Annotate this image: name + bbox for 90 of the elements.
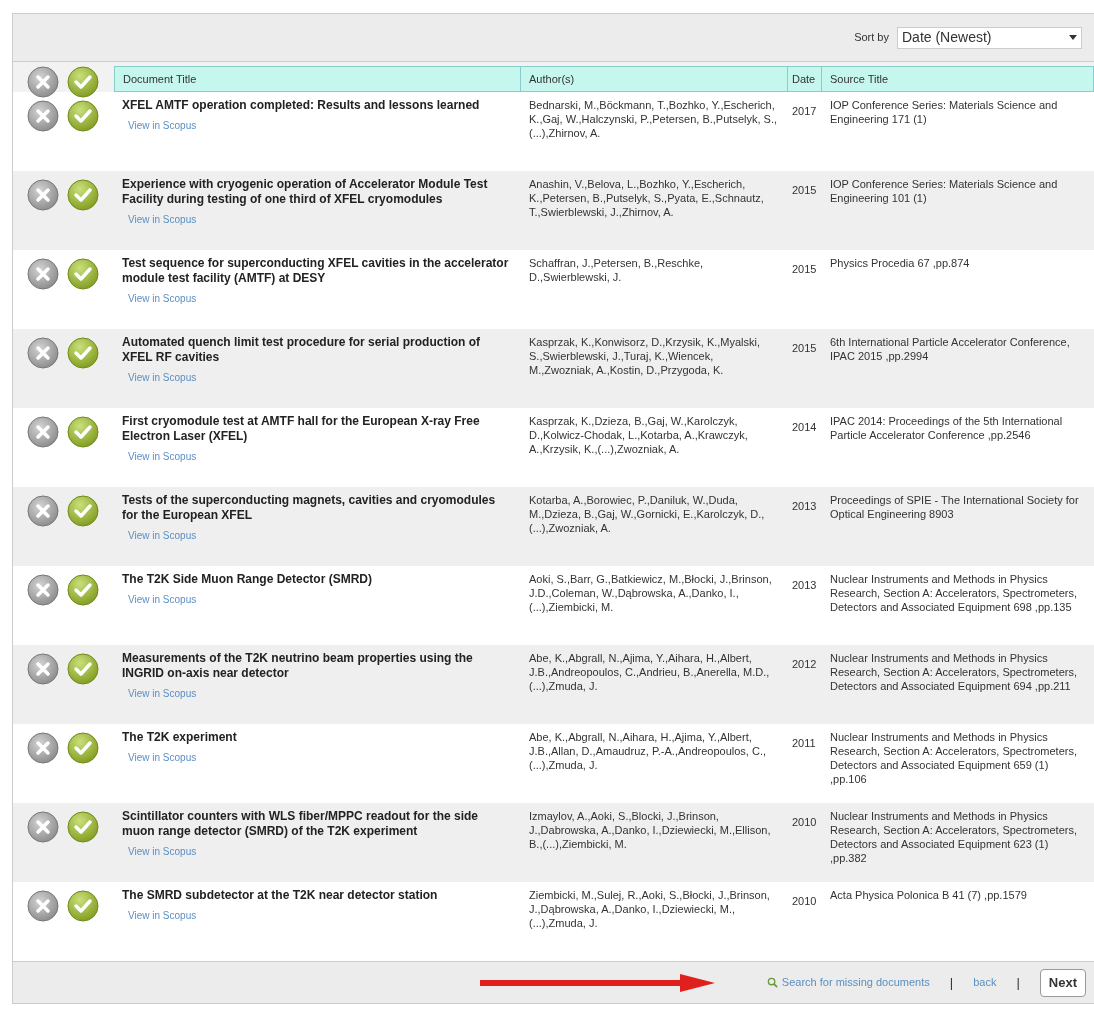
next-button[interactable]: Next [1039, 968, 1086, 997]
checkmark-icon[interactable] [67, 100, 99, 132]
authors-text: Abe, K.,Abgrall, N.,Ajima, Y.,Aihara, H.,Albert, J.B.,Andreopoulos, C.,Andrieu, B.,Anerella, M.D.,(...),Zmuda, J. [529, 651, 771, 693]
document-title: Experience with cryogenic operation of Accelerator Module Test Facility during testing of one third of XFEL cryomodules [122, 177, 489, 207]
source-title: Nuclear Instruments and Methods in Physics Research, Section A: Accelerators, Spectrometers, Detectors and Associated Equipment 659 (1) ,pp.106 [830, 730, 1078, 786]
authors-text: Bednarski, M.,Böckmann, T.,Bozhko, Y.,Escherich, K.,Gaj, W.,Halczynski, P.,Petersen, B.,Putselyk, S.,(...),Zhirnov, A. [529, 98, 778, 140]
document-title: Scintillator counters with WLS fiber/MPPC readout for the side muon range detector (SMRD) of the T2K experiment [122, 809, 480, 839]
separator: | [1016, 973, 1020, 992]
date-text: 2017 [792, 105, 817, 117]
document-title: The T2K Side Muon Range Detector (SMRD) [122, 572, 372, 587]
column-header: Source Title [829, 71, 890, 87]
checkmark-icon[interactable] [67, 574, 99, 606]
separator: | [949, 973, 954, 992]
checkmark-icon[interactable] [67, 653, 99, 685]
document-title: The T2K experiment [122, 730, 237, 745]
authors-text: Aoki, S.,Barr, G.,Batkiewicz, M.,Błocki, J.,Brinson, J.D.,Coleman, W.,Dąbrowska, A.,Danko, I.,(...),Ziembicki, M. [529, 572, 773, 614]
remove-icon[interactable] [27, 416, 59, 448]
sort-label: Sort by [854, 30, 889, 46]
date-text: 2013 [792, 579, 817, 591]
view-link[interactable]: View in Scopus [128, 844, 197, 859]
view-link[interactable]: View in Scopus [128, 449, 197, 464]
source-title: Proceedings of SPIE - The International Society for Optical Engineering 8903 [830, 493, 1080, 521]
remove-icon[interactable] [27, 337, 59, 369]
authors-text: Abe, K.,Abgrall, N.,Aihara, H.,Ajima, Y.,Albert, J.B.,Allan, D.,Amaudruz, P.-A.,Andreopoulos, C.,(...),Zmuda, J. [529, 730, 768, 772]
remove-icon[interactable] [27, 890, 59, 922]
document-title: XFEL AMTF operation completed: Results and lessons learned [122, 98, 480, 113]
authors-text: Schaffran, J.,Petersen, B.,Reschke, D.,Swierblewski, J. [529, 256, 705, 284]
checkmark-icon[interactable] [67, 811, 99, 843]
document-title: Tests of the superconducting magnets, cavities and cryomodules for the European XFEL [122, 493, 497, 523]
remove-icon[interactable] [27, 258, 59, 290]
date-text: 2013 [792, 500, 817, 512]
remove-icon[interactable] [27, 179, 59, 211]
column-header: Date [788, 67, 822, 91]
search-missing-link[interactable]: Search for missing documents [766, 974, 930, 991]
source-title: Physics Procedia 67 ,pp.874 [830, 256, 971, 270]
checkmark-icon[interactable] [67, 890, 99, 922]
remove-icon[interactable] [27, 495, 59, 527]
checkmark-icon[interactable] [67, 416, 99, 448]
view-link[interactable]: View in Scopus [128, 118, 197, 133]
remove-icon[interactable] [27, 100, 59, 132]
remove-icon[interactable] [27, 653, 59, 685]
view-link[interactable]: View in Scopus [128, 750, 197, 765]
document-title: The SMRD subdetector at the T2K near detector station [122, 888, 438, 903]
view-link[interactable]: View in Scopus [128, 370, 197, 385]
document-title: Automated quench limit test procedure for serial production of XFEL RF cavities [122, 335, 482, 365]
column-header: Author(s) [521, 67, 788, 91]
view-link[interactable]: View in Scopus [128, 291, 197, 306]
source-title: Acta Physica Polonica B 41 (7) ,pp.1579 [830, 888, 1028, 902]
document-title: Measurements of the T2K neutrino beam properties using the INGRID on-axis near detector [122, 651, 474, 681]
date-text: 2015 [792, 184, 817, 196]
back-link[interactable]: back [973, 974, 997, 991]
view-link[interactable]: View in Scopus [128, 592, 197, 607]
remove-icon[interactable] [27, 574, 59, 606]
date-text: 2010 [792, 895, 817, 907]
source-title: IOP Conference Series: Materials Science and Engineering 171 (1) [830, 98, 1059, 126]
source-title: Nuclear Instruments and Methods in Physics Research, Section A: Accelerators, Spectrometers, Detectors and Associated Equipment 694 ,pp.211 [830, 651, 1078, 693]
authors-text: Izmaylov, A.,Aoki, S.,Blocki, J.,Brinson, J.,Dabrowska, A.,Danko, I.,Dziewiecki, M.,Ellison, B.,(...),Ziembicki, M. [529, 809, 772, 851]
checkmark-icon[interactable] [67, 258, 99, 290]
view-link[interactable]: View in Scopus [128, 212, 197, 227]
date-text: 2014 [792, 421, 817, 433]
authors-text: Kasprzak, K.,Konwisorz, D.,Krzysik, K.,Myalski, S.,Swierblewski, J.,Turaj, K.,Wiencek, M.,Zwozniak, A.,Kostin, D.,Przygoda, K. [529, 335, 762, 377]
date-text: 2015 [792, 263, 817, 275]
source-title: Nuclear Instruments and Methods in Physics Research, Section A: Accelerators, Spectrometers, Detectors and Associated Equipment 698 ,pp.135 [830, 572, 1078, 614]
source-title: IPAC 2014: Proceedings of the 5th International Particle Accelerator Conference ,pp.2546 [830, 414, 1064, 442]
date-text: 2010 [792, 816, 817, 828]
source-title: IOP Conference Series: Materials Science and Engineering 101 (1) [830, 177, 1059, 205]
remove-icon[interactable] [27, 732, 59, 764]
source-title: Nuclear Instruments and Methods in Physics Research, Section A: Accelerators, Spectrometers, Detectors and Associated Equipment 623 (1) ,pp.382 [830, 809, 1078, 865]
checkmark-icon[interactable] [67, 66, 99, 98]
view-link[interactable]: View in Scopus [128, 686, 197, 701]
date-text: 2011 [792, 737, 816, 749]
authors-text: Anashin, V.,Belova, L.,Bozhko, Y.,Escherich, K.,Petersen, B.,Putselyk, S.,Pyata, E.,Schnautz, T.,Swierblewski, J.,Zhirnov, A. [529, 177, 765, 219]
document-title: First cryomodule test at AMTF hall for the European X-ray Free Electron Laser (XFEL) [122, 414, 481, 444]
sort-dropdown[interactable]: Date (Newest) [897, 26, 1082, 49]
checkmark-icon[interactable] [67, 495, 99, 527]
view-link[interactable]: View in Scopus [128, 908, 197, 923]
checkmark-icon[interactable] [67, 732, 99, 764]
document-title: Test sequence for superconducting XFEL cavities in the accelerator module test facility (AMTF) at DESY [122, 256, 510, 286]
date-text: 2012 [792, 658, 817, 670]
column-header: Document Title [115, 67, 521, 91]
checkmark-icon[interactable] [67, 337, 99, 369]
search-icon [766, 977, 778, 988]
authors-text: Kotarba, A.,Borowiec, P.,Daniluk, W.,Duda, M.,Dzieza, B.,Gaj, W.,Gornicki, E.,Karolczyk, D.,(...),Zwozniak, A. [529, 493, 766, 535]
source-title: 6th International Particle Accelerator Conference, IPAC 2015 ,pp.2994 [830, 335, 1071, 363]
authors-text: Ziembicki, M.,Sulej, R.,Aoki, S.,Błocki, J.,Brinson, J.,Dąbrowska, A.,Danko, I.,Dziewiecki, M.,(...),Zmuda, J. [529, 888, 771, 930]
date-text: 2015 [792, 342, 817, 354]
checkmark-icon[interactable] [67, 179, 99, 211]
remove-icon[interactable] [27, 811, 59, 843]
view-link[interactable]: View in Scopus [128, 528, 197, 543]
authors-text: Kasprzak, K.,Dzieza, B.,Gaj, W.,Karolczyk, D.,Kolwicz-Chodak, L.,Kotarba, A.,Krawczyk, A.,Krzysik, K.,(...),Zwozniak, A. [529, 414, 749, 456]
